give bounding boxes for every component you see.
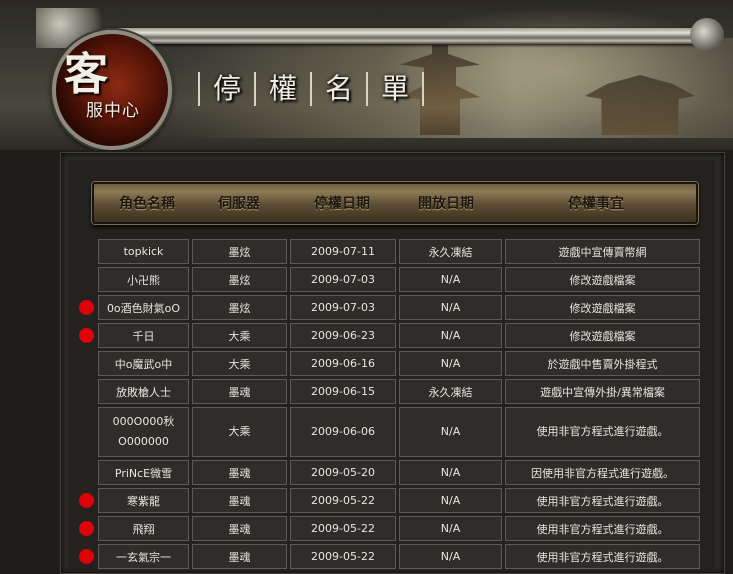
ban-reason-cell: 遊戲中宣傳賣幣網 xyxy=(505,239,700,264)
title-char: 名 xyxy=(312,72,369,106)
character-name-line: 000O000秋 xyxy=(112,415,175,428)
ban-reason-cell: 修改遊戲檔案 xyxy=(505,295,700,320)
server-cell: 墨炫 xyxy=(192,239,287,264)
ban-date-cell: 2009-05-22 xyxy=(290,488,396,513)
character-name-cell: 飛翔 xyxy=(98,516,189,541)
open-date-cell: N/A xyxy=(399,460,502,485)
ban-reason-cell: 使用非官方程式進行遊戲。 xyxy=(505,544,700,569)
ban-reason-cell: 使用非官方程式進行遊戲。 xyxy=(505,516,700,541)
server-cell: 墨魂 xyxy=(192,379,287,404)
table-row: 千日 大乘 2009-06-23 N/A 修改遊戲檔案 xyxy=(98,323,700,348)
ban-date-cell: 2009-07-03 xyxy=(290,267,396,292)
table-row: 小卍熊 墨炫 2009-07-03 N/A 修改遊戲檔案 xyxy=(98,267,700,292)
column-header-bar: 角色名稱 伺服器 停權日期 開放日期 停權事宜 xyxy=(92,182,698,224)
column-header-server: 伺服器 xyxy=(218,196,260,212)
ban-reason-cell: 遊戲中宣傳外掛/異常檔案 xyxy=(505,379,700,404)
open-date-cell: N/A xyxy=(399,544,502,569)
server-cell: 大乘 xyxy=(192,323,287,348)
ban-date-cell: 2009-07-11 xyxy=(290,239,396,264)
ban-reason-cell: 修改遊戲檔案 xyxy=(505,323,700,348)
header-banner: 客 服中心 停 權 名 單 xyxy=(0,0,733,150)
ban-reason-cell: 於遊戲中售賣外掛程式 xyxy=(505,351,700,376)
table-row: 飛翔 墨魂 2009-05-22 N/A 使用非官方程式進行遊戲。 xyxy=(98,516,700,541)
open-date-cell: N/A xyxy=(399,323,502,348)
server-cell: 墨魂 xyxy=(192,544,287,569)
open-date-cell: N/A xyxy=(399,488,502,513)
ban-date-cell: 2009-06-06 xyxy=(290,407,396,457)
ban-reason-cell: 使用非官方程式進行遊戲。 xyxy=(505,488,700,513)
ban-reason-cell: 使用非官方程式進行遊戲。 xyxy=(505,407,700,457)
table-row: 000O000秋 O000000 大乘 2009-06-06 N/A 使用非官方程式進行遊… xyxy=(98,407,700,457)
server-cell: 大乘 xyxy=(192,407,287,457)
red-flag-dot xyxy=(79,549,94,564)
table-row: topkick 墨炫 2009-07-11 永久凍結 遊戲中宣傳賣幣網 xyxy=(98,239,700,264)
column-header-open-date: 開放日期 xyxy=(418,196,474,212)
table-row: 一玄氣宗一 墨魂 2009-05-22 N/A 使用非官方程式進行遊戲。 xyxy=(98,544,700,569)
open-date-cell: N/A xyxy=(399,407,502,457)
ban-reason-cell: 因使用非官方程式進行遊戲。 xyxy=(505,460,700,485)
table-row: 0o酒色財氣oO 墨炫 2009-07-03 N/A 修改遊戲檔案 xyxy=(98,295,700,320)
open-date-cell: N/A xyxy=(399,267,502,292)
ban-date-cell: 2009-05-20 xyxy=(290,460,396,485)
table-row: 中o魔武o中 大乘 2009-06-16 N/A 於遊戲中售賣外掛程式 xyxy=(98,351,700,376)
character-name-cell: 放敗槍人士 xyxy=(98,379,189,404)
title-char: 權 xyxy=(256,72,313,106)
table-row: PriNcE微雪 墨魂 2009-05-20 N/A 因使用非官方程式進行遊戲。 xyxy=(98,460,700,485)
character-name-cell: 中o魔武o中 xyxy=(98,351,189,376)
red-flag-dot xyxy=(79,493,94,508)
character-name-cell: 千日 xyxy=(98,323,189,348)
column-header-ban-date: 停權日期 xyxy=(314,196,370,212)
character-name-cell: 0o酒色財氣oO xyxy=(98,295,189,320)
ban-date-cell: 2009-05-22 xyxy=(290,516,396,541)
open-date-cell: 永久凍結 xyxy=(399,239,502,264)
red-flag-dot xyxy=(79,521,94,536)
red-flag-dot xyxy=(79,300,94,315)
customer-service-logo: 客 服中心 xyxy=(52,30,172,150)
server-cell: 大乘 xyxy=(192,351,287,376)
column-header-reason: 停權事宜 xyxy=(568,196,624,212)
ban-date-cell: 2009-06-23 xyxy=(290,323,396,348)
server-cell: 墨魂 xyxy=(192,488,287,513)
character-name-cell: 寒紫龍 xyxy=(98,488,189,513)
character-name-line: O000000 xyxy=(118,435,169,448)
character-name-cell: 000O000秋 O000000 xyxy=(98,407,189,457)
open-date-cell: N/A xyxy=(399,516,502,541)
rail-knot-ornament xyxy=(690,18,724,52)
logo-subtitle: 服中心 xyxy=(86,101,140,121)
server-cell: 墨魂 xyxy=(192,460,287,485)
server-cell: 墨炫 xyxy=(192,267,287,292)
table-row: 寒紫龍 墨魂 2009-05-22 N/A 使用非官方程式進行遊戲。 xyxy=(98,488,700,513)
title-char: 單 xyxy=(368,72,425,106)
column-header-name: 角色名稱 xyxy=(119,196,175,212)
ban-date-cell: 2009-06-15 xyxy=(290,379,396,404)
open-date-cell: N/A xyxy=(399,351,502,376)
ban-date-cell: 2009-06-16 xyxy=(290,351,396,376)
open-date-cell: 永久凍結 xyxy=(399,379,502,404)
open-date-cell: N/A xyxy=(399,295,502,320)
server-cell: 墨魂 xyxy=(192,516,287,541)
character-name-cell: topkick xyxy=(98,239,189,264)
server-cell: 墨炫 xyxy=(192,295,287,320)
table-row: 放敗槍人士 墨魂 2009-06-15 永久凍結 遊戲中宣傳外掛/異常檔案 xyxy=(98,379,700,404)
character-name-cell: 一玄氣宗一 xyxy=(98,544,189,569)
ban-list-table: topkick 墨炫 2009-07-11 永久凍結 遊戲中宣傳賣幣網 小卍熊 墨炫 2009… xyxy=(95,236,703,572)
ban-date-cell: 2009-07-03 xyxy=(290,295,396,320)
ban-reason-cell: 修改遊戲檔案 xyxy=(505,267,700,292)
red-flag-dot xyxy=(79,328,94,343)
character-name-cell: 小卍熊 xyxy=(98,267,189,292)
ban-date-cell: 2009-05-22 xyxy=(290,544,396,569)
title-char: 停 xyxy=(198,72,257,106)
logo-main-character: 客 xyxy=(64,49,108,100)
page-title: 停 權 名 單 xyxy=(198,72,425,106)
character-name-cell: PriNcE微雪 xyxy=(98,460,189,485)
ornamental-rail xyxy=(100,28,712,44)
